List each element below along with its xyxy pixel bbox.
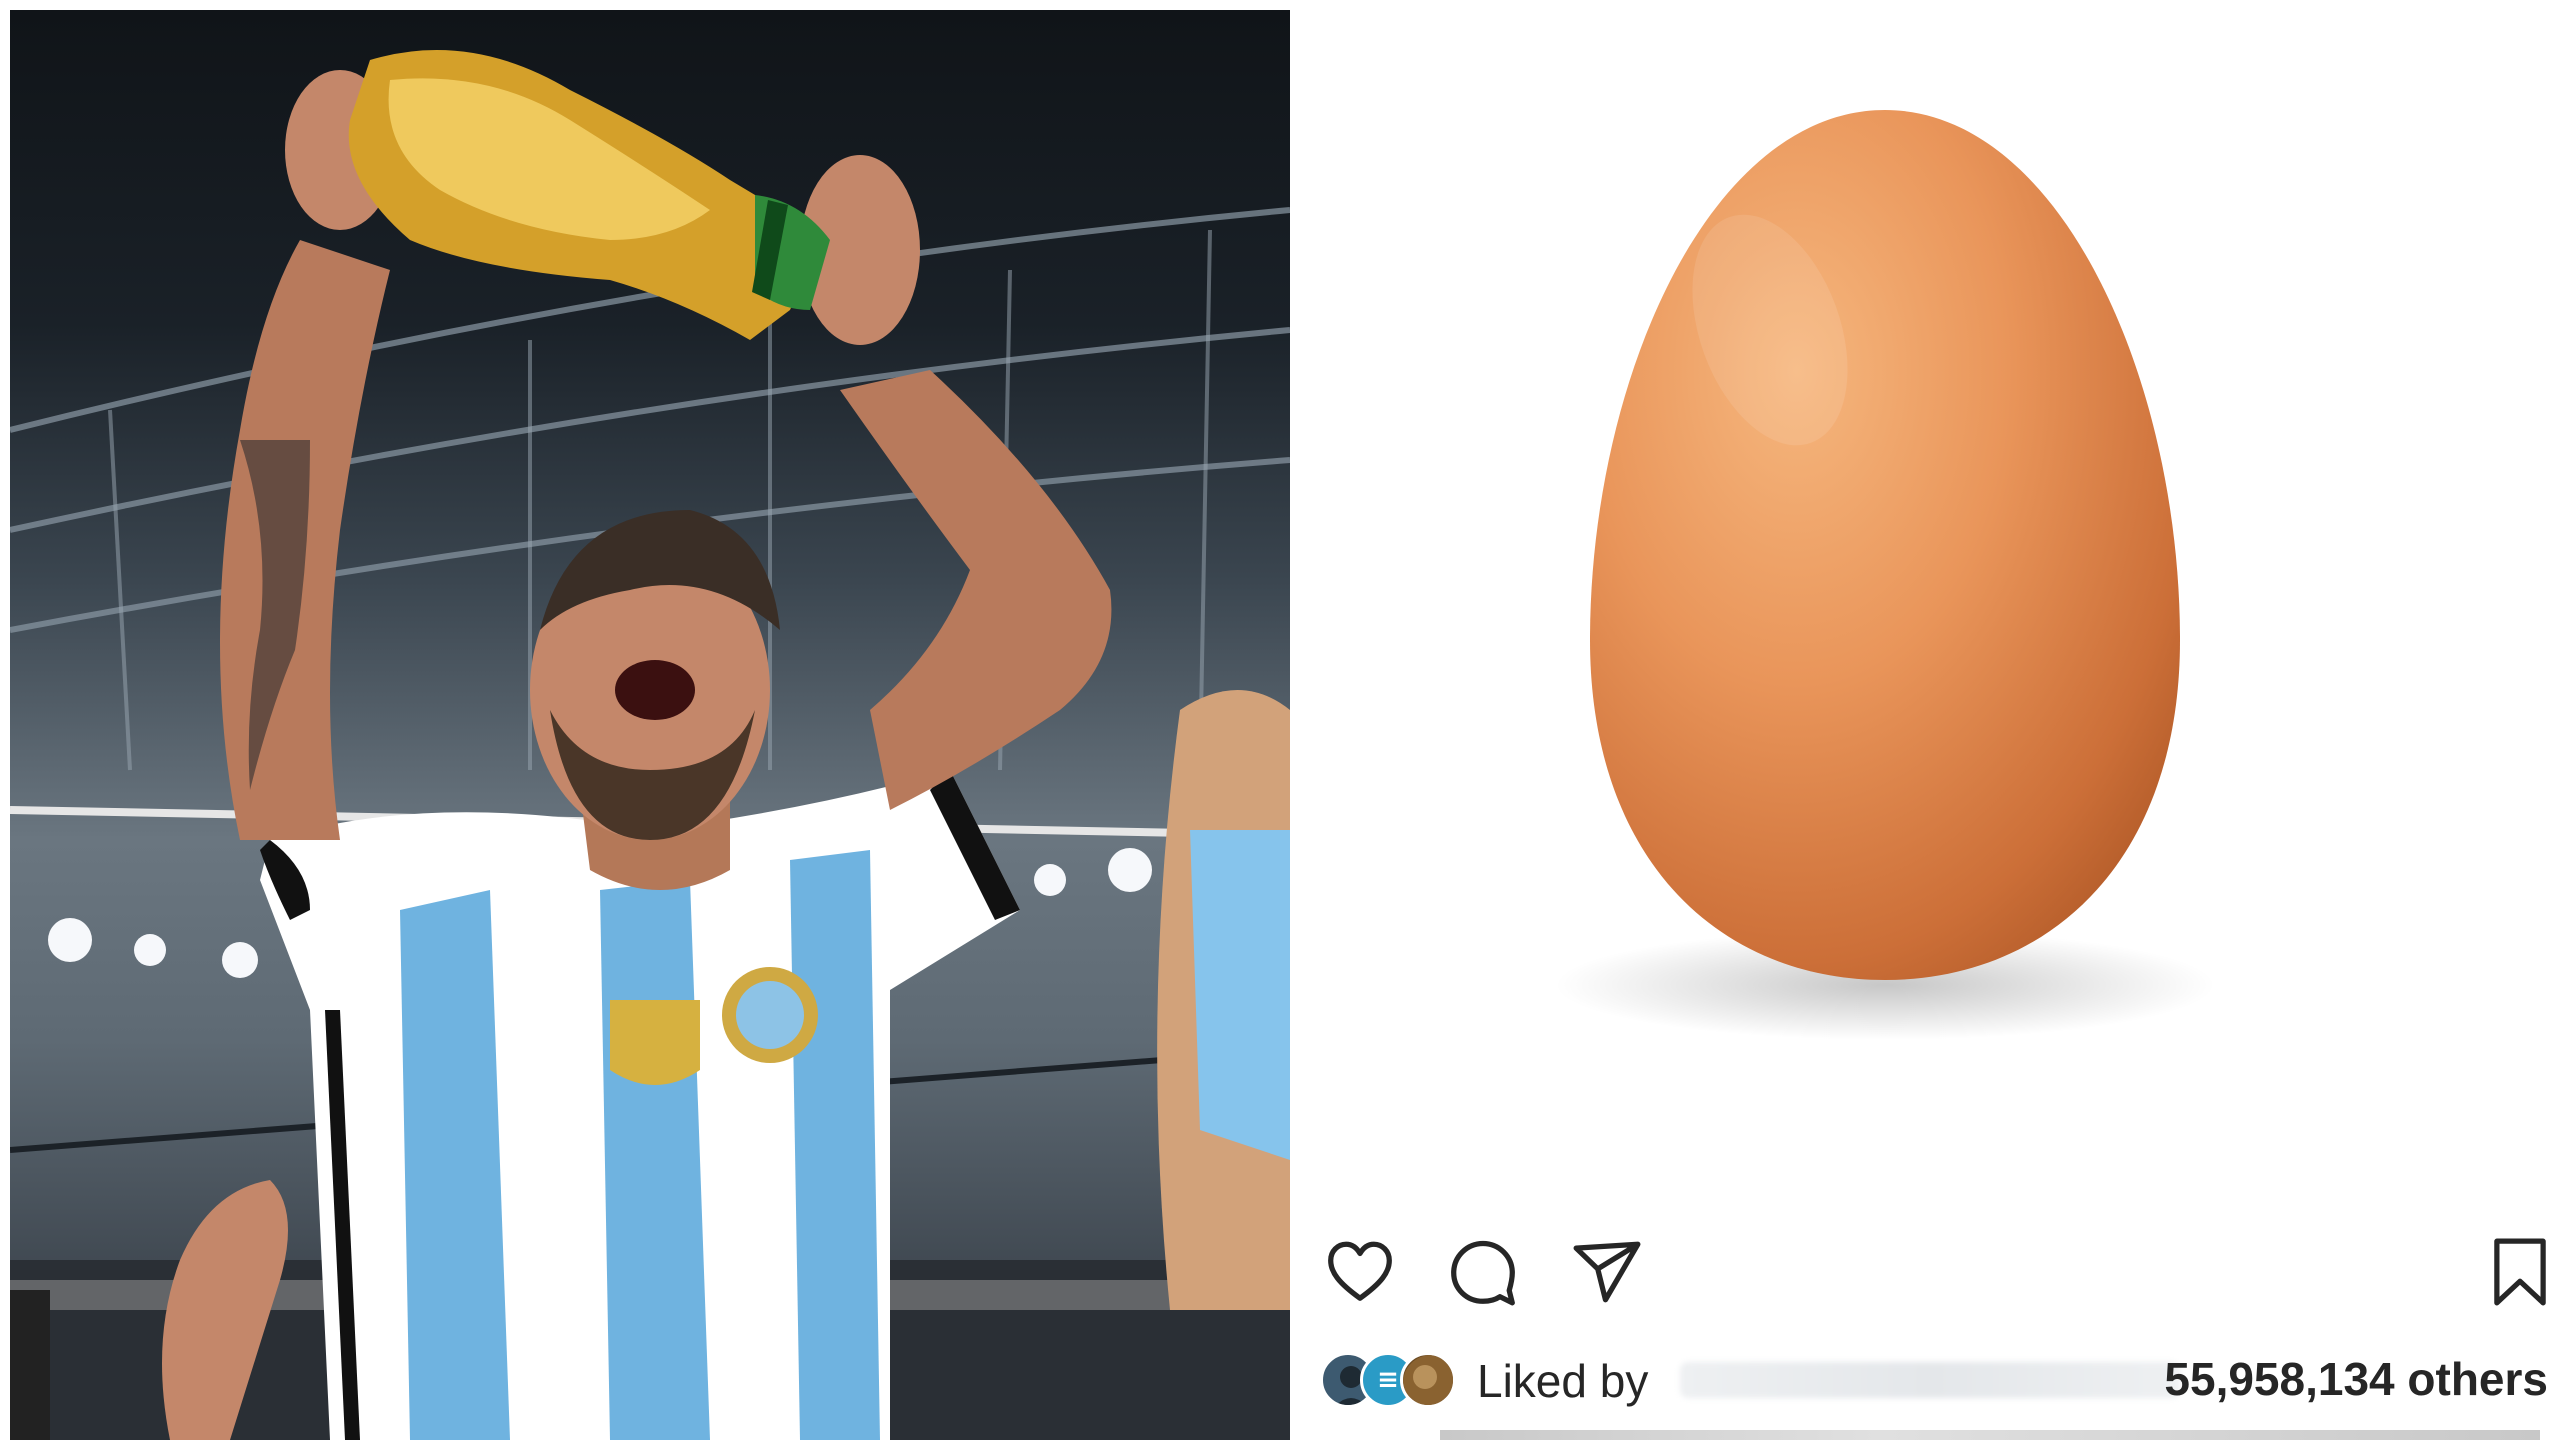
- paper-plane-icon: [1573, 1241, 1641, 1303]
- like-button[interactable]: [1320, 1232, 1400, 1312]
- post-image[interactable]: [1290, 0, 2560, 1210]
- liked-by-label: Liked by: [1477, 1355, 1649, 1407]
- heart-icon: [1328, 1241, 1392, 1301]
- likes-summary[interactable]: ≡ Liked by 55,958,134 others: [1320, 1340, 2560, 1420]
- avatar[interactable]: [1400, 1352, 1456, 1408]
- comment-icon: [1451, 1240, 1515, 1306]
- celebration-photo: [10, 10, 1290, 1440]
- screenshot-root: ≡ Liked by 55,958,134 others: [0, 0, 2560, 1440]
- egg-image: [1555, 110, 2215, 1040]
- save-button[interactable]: [2480, 1232, 2560, 1312]
- comment-button[interactable]: [1443, 1232, 1523, 1312]
- instagram-post: ≡ Liked by 55,958,134 others: [1290, 0, 2560, 1440]
- caption-cutoff: [1440, 1430, 2540, 1440]
- likes-count[interactable]: 55,958,134 others: [2164, 1352, 2548, 1406]
- bookmark-icon: [2494, 1238, 2546, 1306]
- user-avatar-icon: [1403, 1355, 1453, 1405]
- share-button[interactable]: [1567, 1232, 1647, 1312]
- celebration-photo-illustration: [10, 50, 1290, 1440]
- blurred-username: [1680, 1362, 2180, 1398]
